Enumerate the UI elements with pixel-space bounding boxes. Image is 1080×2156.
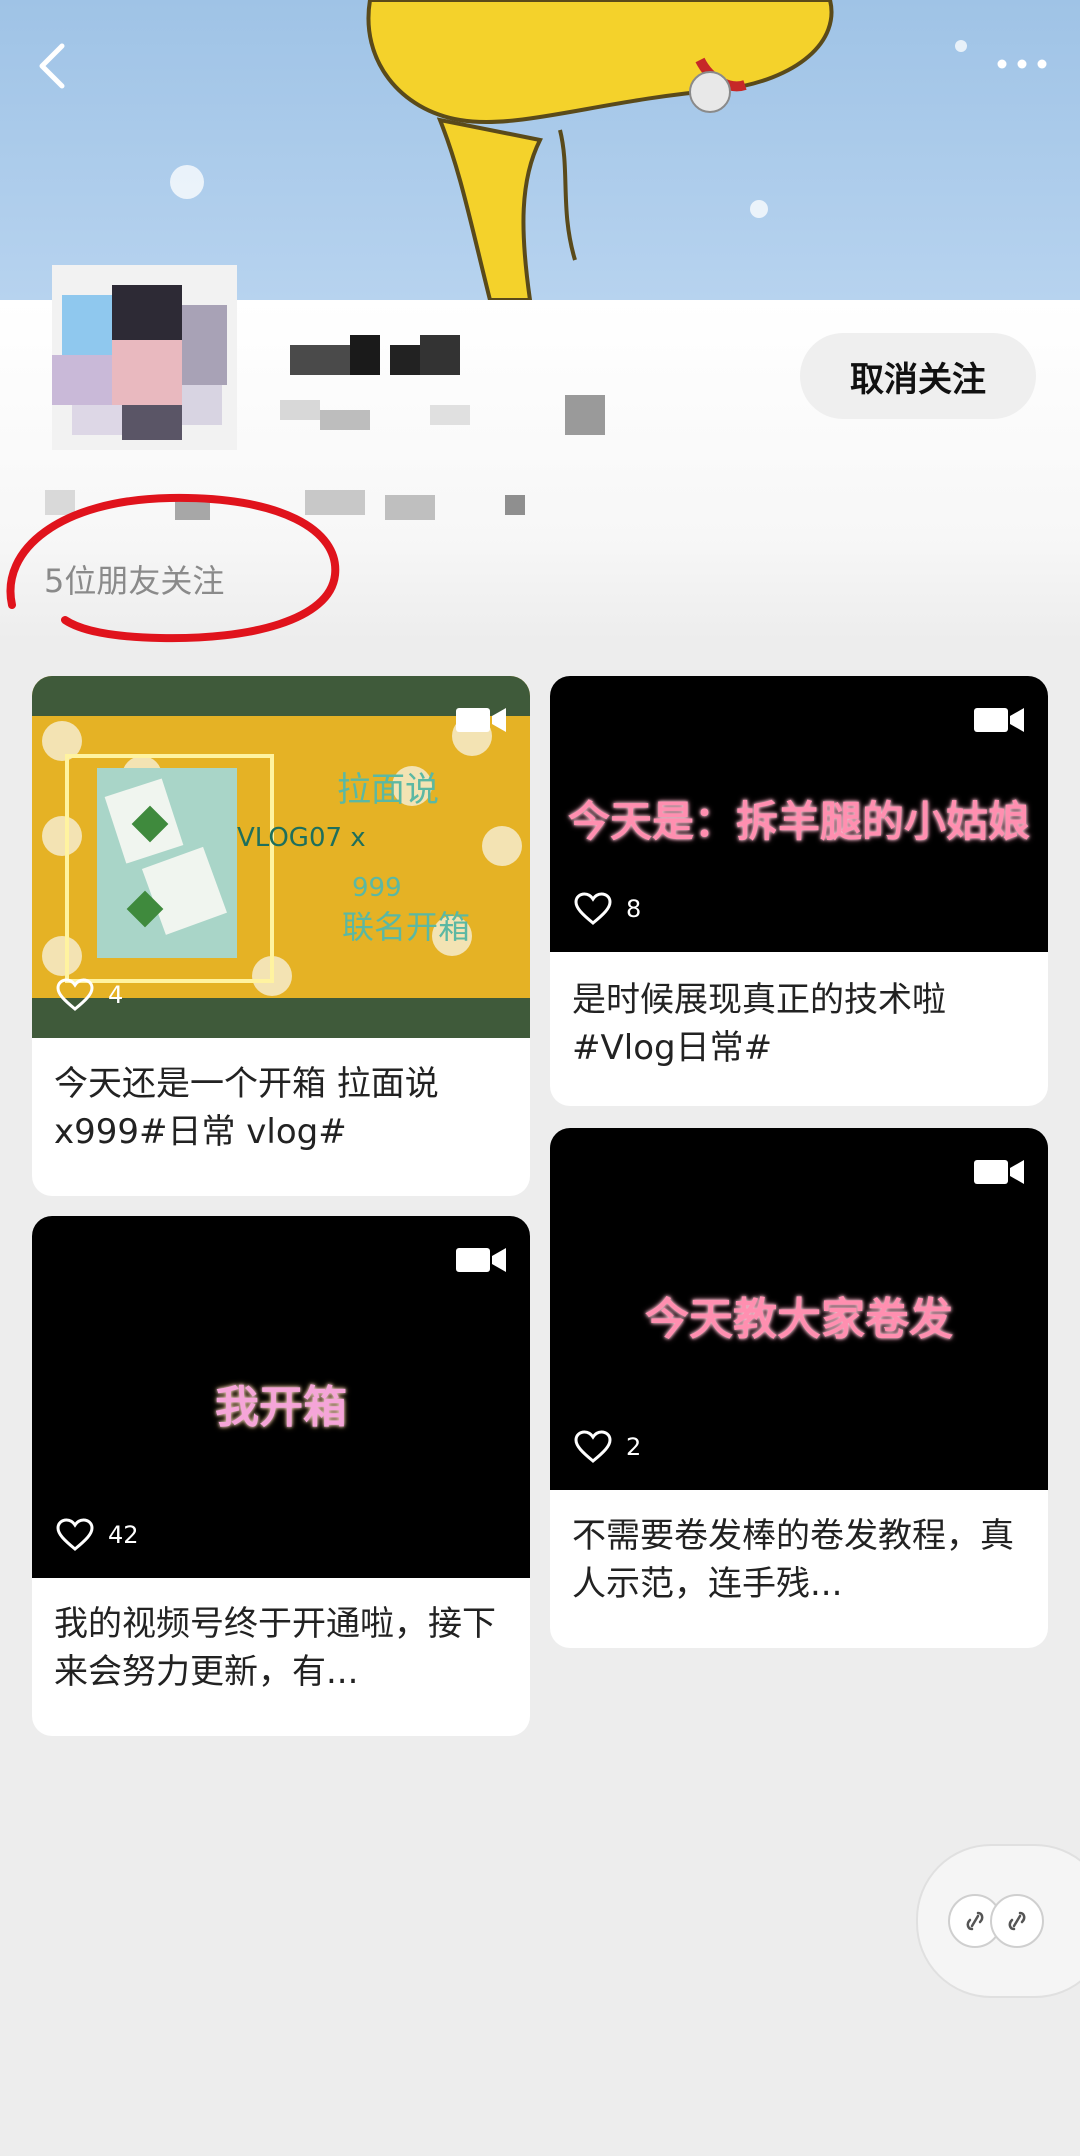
- video-card[interactable]: 今天是：拆羊腿的小姑娘 8 是时候展现真正的技术啦#Vlog日常#: [550, 676, 1048, 1106]
- like-count[interactable]: 42: [56, 1518, 139, 1552]
- heart-icon: [574, 1430, 612, 1463]
- video-camera-icon: [974, 1160, 1024, 1184]
- video-card[interactable]: 拉面说 VLOG07 x 999 联名开箱 4 今天还是一个开箱 拉面说x999…: [32, 676, 530, 1196]
- video-card[interactable]: 我开箱 42 我的视频号终于开通啦，接下来会努力更新，有...: [32, 1216, 530, 1736]
- svg-text:拉面说: 拉面说: [337, 770, 439, 810]
- video-thumbnail: 拉面说 VLOG07 x 999 联名开箱 4: [32, 676, 530, 1038]
- snow-dot: [170, 165, 204, 199]
- video-camera-icon: [456, 1248, 506, 1272]
- video-camera-icon: [456, 708, 506, 732]
- svg-text:VLOG07 x: VLOG07 x: [237, 823, 366, 853]
- video-thumbnail: 今天是：拆羊腿的小姑娘 8: [550, 676, 1048, 952]
- link-icon: [990, 1894, 1044, 1948]
- unfollow-button[interactable]: 取消关注: [800, 333, 1036, 419]
- svg-text:999: 999: [352, 873, 402, 903]
- back-button[interactable]: [30, 36, 80, 96]
- video-thumbnail: 今天教大家卷发 2: [550, 1128, 1048, 1490]
- ellipsis-icon: [997, 59, 1047, 69]
- video-caption: 我的视频号终于开通啦，接下来会努力更新，有...: [54, 1604, 496, 1692]
- heart-icon: [56, 1518, 94, 1551]
- heart-icon: [56, 978, 94, 1011]
- signature-blurred: [280, 395, 630, 440]
- cover-illustration: [366, 0, 834, 300]
- more-button[interactable]: [992, 40, 1052, 80]
- red-circle-annotation: [6, 493, 340, 643]
- snow-dot: [750, 200, 768, 218]
- avatar[interactable]: [52, 265, 237, 450]
- video-caption: 不需要卷发棒的卷发教程，真人示范，连手残...: [572, 1516, 1014, 1604]
- like-count-value: 8: [626, 895, 642, 923]
- like-count-value: 42: [108, 1521, 139, 1549]
- svg-text:联名开箱: 联名开箱: [342, 908, 470, 946]
- video-overlay-title: 今天是：拆羊腿的小姑娘: [567, 797, 1030, 846]
- cover-banner: [0, 0, 1080, 300]
- like-count[interactable]: 2: [574, 1430, 641, 1464]
- video-thumbnail: 我开箱 42: [32, 1216, 530, 1578]
- like-count-value: 4: [108, 981, 124, 1009]
- chevron-left-icon: [39, 43, 65, 89]
- floating-window-button[interactable]: [916, 1844, 1080, 1998]
- video-overlay-title: 我开箱: [215, 1382, 347, 1433]
- like-count-value: 2: [626, 1433, 642, 1461]
- video-card[interactable]: 今天教大家卷发 2 不需要卷发棒的卷发教程，真人示范，连手残...: [550, 1128, 1048, 1648]
- video-overlay-title: 今天教大家卷发: [645, 1294, 953, 1345]
- username-blurred: [290, 335, 470, 385]
- like-count[interactable]: 8: [574, 892, 641, 926]
- video-camera-icon: [974, 708, 1024, 732]
- heart-icon: [574, 892, 612, 925]
- snow-dot: [955, 40, 967, 52]
- video-caption: 今天还是一个开箱 拉面说x999#日常 vlog#: [54, 1064, 439, 1152]
- like-count[interactable]: 4: [56, 978, 123, 1012]
- video-caption: 是时候展现真正的技术啦#Vlog日常#: [572, 980, 946, 1068]
